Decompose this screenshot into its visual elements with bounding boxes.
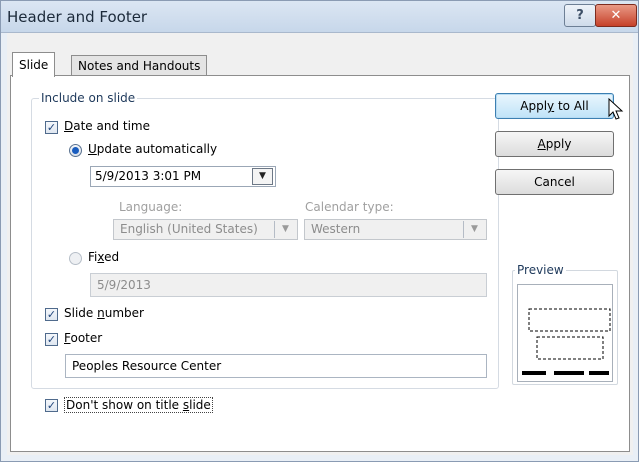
slide-number-checkbox[interactable]: ✓ [45, 308, 58, 321]
help-icon: ? [576, 8, 584, 23]
dialog-title: Header and Footer [7, 8, 148, 26]
tab-slide[interactable]: Slide [12, 52, 56, 77]
date-format-value: 5/9/2013 3:01 PM [95, 169, 202, 183]
dont-show-title-label[interactable]: Don't show on title slide [64, 397, 213, 413]
include-group-label: Include on slide [39, 91, 138, 105]
footer-label[interactable]: Footer [64, 331, 102, 345]
fixed-date-input[interactable]: 5/9/2013 [90, 273, 487, 297]
language-label: Language: [119, 200, 183, 214]
update-automatically-label[interactable]: Update automatically [88, 142, 217, 156]
mouse-cursor-icon [608, 98, 624, 120]
slide-number-label[interactable]: Slide number [64, 306, 144, 320]
fixed-date-value: 5/9/2013 [97, 278, 151, 292]
footer-text-input[interactable]: Peoples Resource Center [65, 354, 487, 378]
dont-show-title-checkbox[interactable]: ✓ [45, 399, 58, 412]
language-value: English (United States) [120, 222, 258, 236]
fixed-label[interactable]: Fixed [88, 250, 119, 264]
fixed-radio[interactable] [69, 252, 82, 265]
calendar-type-combo[interactable]: Western ▼ [304, 219, 487, 240]
preview-label: Preview [515, 263, 566, 277]
calendar-type-value: Western [311, 222, 361, 236]
footer-checkbox[interactable]: ✓ [45, 333, 58, 346]
close-icon: ✕ [610, 8, 622, 23]
chevron-down-icon[interactable]: ▼ [274, 221, 296, 238]
tab-slide-label: Slide [19, 58, 49, 72]
footer-text-value: Peoples Resource Center [72, 359, 222, 373]
chevron-down-icon[interactable]: ▼ [252, 168, 273, 185]
tab-notes-handouts[interactable]: Notes and Handouts [71, 55, 208, 76]
date-format-combo[interactable]: 5/9/2013 3:01 PM ▼ [90, 166, 276, 187]
apply-to-all-button[interactable]: Apply to All [495, 93, 614, 119]
header-footer-dialog: Header and Footer ? ✕ Slide Notes and Ha… [0, 0, 639, 462]
date-time-checkbox[interactable]: ✓ [45, 121, 58, 134]
help-button[interactable]: ? [564, 4, 596, 27]
slide-preview [517, 284, 613, 382]
tab-notes-handouts-label: Notes and Handouts [78, 59, 201, 73]
preview-thumbnail-icon [522, 308, 611, 375]
update-automatically-radio[interactable] [69, 144, 82, 157]
cancel-button[interactable]: Cancel [495, 169, 614, 195]
title-bar[interactable]: Header and Footer ? ✕ [1, 1, 638, 33]
apply-button[interactable]: Apply [495, 131, 614, 157]
chevron-down-icon[interactable]: ▼ [463, 221, 485, 238]
date-time-label[interactable]: Date and time [64, 119, 150, 133]
close-button[interactable]: ✕ [595, 4, 637, 27]
language-combo[interactable]: English (United States) ▼ [113, 219, 298, 240]
calendar-type-label: Calendar type: [305, 200, 394, 214]
